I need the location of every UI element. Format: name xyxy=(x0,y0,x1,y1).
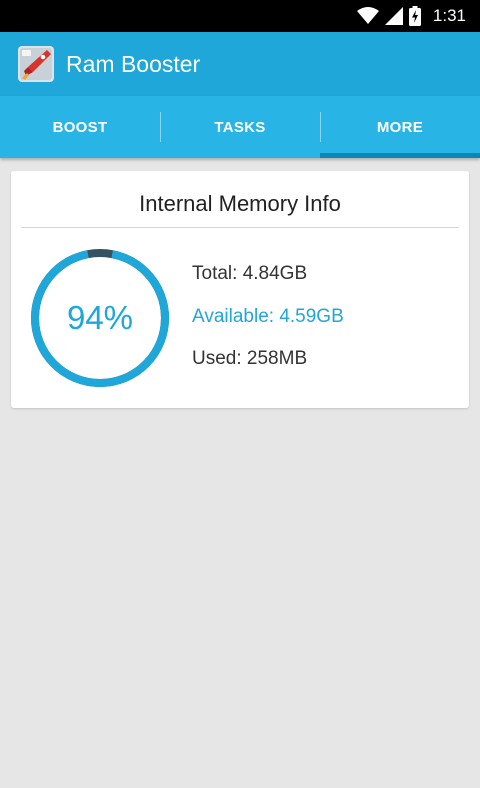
app-logo-icon xyxy=(18,46,54,82)
available-memory: Available: 4.59GB xyxy=(192,306,344,327)
divider xyxy=(21,227,459,228)
card-title: Internal Memory Info xyxy=(139,191,341,216)
memory-info-card: Internal Memory Info 94% Total: 4.84GB A… xyxy=(11,171,469,408)
tab-more[interactable]: MORE xyxy=(320,96,480,158)
tab-bar: BOOST TASKS MORE xyxy=(0,96,480,158)
signal-icon xyxy=(384,7,403,25)
app-bar: Ram Booster xyxy=(0,32,480,96)
battery-charging-icon xyxy=(408,6,421,26)
gauge-percent: 94% xyxy=(66,299,134,336)
app-title: Ram Booster xyxy=(66,50,201,77)
status-bar: 1:31 xyxy=(0,0,480,32)
total-memory: Total: 4.84GB xyxy=(192,263,308,284)
used-memory: Used: 258MB xyxy=(192,348,308,369)
tab-tasks[interactable]: TASKS xyxy=(160,96,320,158)
status-time: 1:31 xyxy=(432,6,466,25)
wifi-icon xyxy=(356,7,379,24)
tab-boost[interactable]: BOOST xyxy=(0,96,160,158)
